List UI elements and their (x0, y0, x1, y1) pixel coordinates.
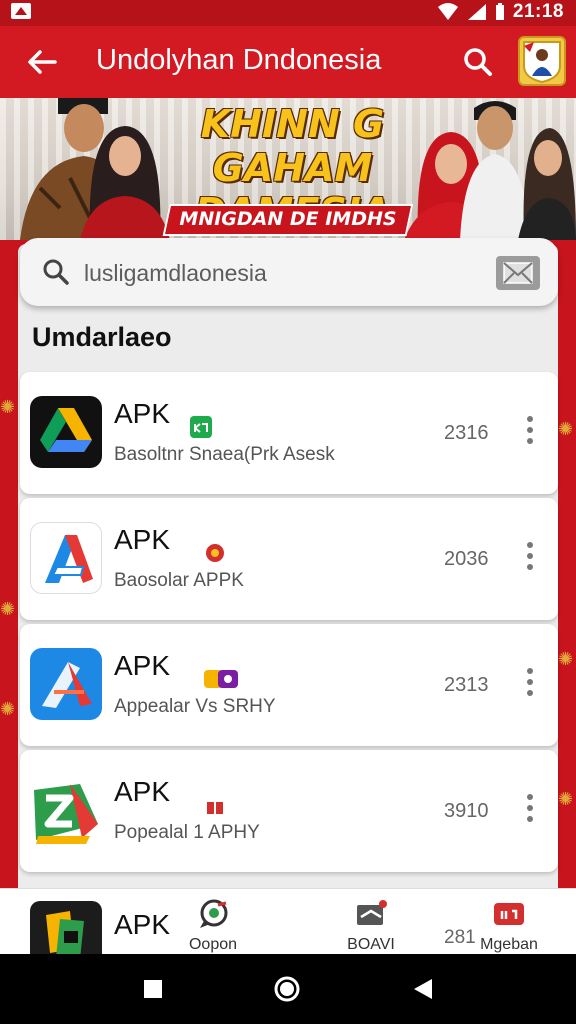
drive-app-icon (30, 396, 102, 468)
dot (527, 438, 533, 444)
mail-button[interactable] (496, 256, 540, 290)
circle-icon (274, 976, 300, 1002)
app-bar: Undolyhan Dndonesia (0, 26, 576, 98)
dot (527, 542, 533, 548)
hot-badge-icon (206, 544, 224, 562)
more-options-button[interactable] (518, 412, 542, 448)
sparkle-icon: ✺ (558, 789, 574, 809)
more-options-button[interactable] (518, 790, 542, 826)
app-list-item[interactable]: APK Appealar Vs SRHY 2313 (20, 624, 558, 746)
app-subtitle: Popealal 1 APHY (114, 822, 260, 843)
nav-item-open[interactable]: Oopon (168, 899, 258, 955)
app-title: APK (114, 650, 171, 681)
page-title: Undolyhan Dndonesia (96, 44, 382, 76)
promo-banner[interactable]: KHINN G GAHAM DAMESIA MNIGDAN DE IMDHS (0, 98, 576, 240)
more-options-button[interactable] (518, 538, 542, 574)
app-list-item[interactable]: APK Popealal 1 APHY 3910 (20, 750, 558, 872)
app-list-item[interactable]: APK Baosolar APPK 2036 (20, 498, 558, 620)
nav-item-boavi[interactable]: BOAVI (326, 899, 416, 955)
sparkle-icon: ✺ (0, 599, 16, 619)
wifi-icon (437, 3, 458, 20)
square-icon (144, 980, 162, 998)
app-count: 2313 (444, 674, 489, 696)
mail-icon (503, 262, 533, 284)
recents-button[interactable] (138, 974, 168, 1004)
dot (527, 416, 533, 422)
nav-label: BOAVI (347, 936, 395, 953)
notification-icon (11, 3, 31, 19)
bottom-navigation: APK 281 Oopon BOAVI Mgeban (0, 888, 576, 961)
banner-headline-line1: KHINN G GAHAM (200, 102, 385, 190)
system-navigation-bar (0, 954, 576, 1024)
sparkle-icon: ✺ (0, 699, 16, 719)
nav-item-mgeban[interactable]: Mgeban (464, 899, 554, 955)
store-icon (494, 903, 524, 925)
verified-badge-icon (190, 416, 212, 438)
gift-badge-icon (207, 800, 223, 814)
avatar[interactable] (518, 36, 566, 86)
dot (527, 690, 533, 696)
letter-a-app-icon (30, 522, 102, 594)
search-button[interactable] (458, 42, 498, 82)
arrow-left-icon (28, 50, 57, 74)
search-icon (464, 48, 492, 76)
inbox-icon (357, 900, 387, 925)
dot (527, 679, 533, 685)
dot (527, 794, 533, 800)
app-subtitle: Baosolar APPK (114, 570, 244, 591)
app-count: 2316 (444, 422, 489, 444)
triangle-back-icon (414, 979, 432, 999)
peek-app-title: APK (114, 909, 171, 940)
search-bar[interactable]: lusligamdlaonesia (20, 238, 558, 306)
status-indicators: 21:18 (437, 0, 564, 24)
dot (527, 816, 533, 822)
app-title: APK (114, 524, 171, 555)
section-title: Umdarlaeo (32, 322, 172, 352)
status-bar: 21:18 (0, 0, 576, 26)
dot (527, 805, 533, 811)
app-count: 3910 (444, 800, 489, 822)
search-icon (43, 259, 69, 285)
nav-label: Mgeban (480, 936, 538, 953)
dot (527, 553, 533, 559)
app-title: APK (114, 398, 171, 429)
sparkle-icon: ✺ (0, 397, 16, 417)
home-button[interactable] (272, 974, 302, 1004)
sparkle-icon: ✺ (558, 419, 574, 439)
app-subtitle: Appealar Vs SRHY (114, 696, 276, 717)
search-input[interactable]: lusligamdlaonesia (84, 260, 267, 287)
peek-app-icon (30, 901, 102, 961)
back-button[interactable] (22, 42, 62, 82)
app-subtitle: Basoltnr Snaea(Prk Asesk (114, 444, 335, 465)
dot (527, 427, 533, 433)
app-count: 2036 (444, 548, 489, 570)
banner-ribbon-text: MNIGDAN DE IMDHS (179, 208, 397, 230)
battery-icon (495, 3, 504, 20)
letter-a-blue-app-icon (30, 648, 102, 720)
status-time: 21:18 (512, 1, 564, 22)
dot (527, 668, 533, 674)
dot (527, 564, 533, 570)
back-system-button[interactable] (408, 974, 438, 1004)
letter-z-app-icon (30, 774, 102, 846)
multi-badge-icon (204, 670, 238, 688)
side-decoration-left (0, 240, 18, 890)
signal-icon (467, 4, 486, 20)
sparkle-icon: ✺ (558, 649, 574, 669)
more-options-button[interactable] (518, 664, 542, 700)
emblem-icon (523, 41, 561, 84)
nav-label: Oopon (188, 936, 238, 953)
app-list-item[interactable]: APK Basoltnr Snaea(Prk Asesk 2316 (20, 372, 558, 494)
chat-icon (200, 899, 228, 928)
banner-person-woman-dark (518, 128, 576, 240)
app-title: APK (114, 776, 171, 807)
